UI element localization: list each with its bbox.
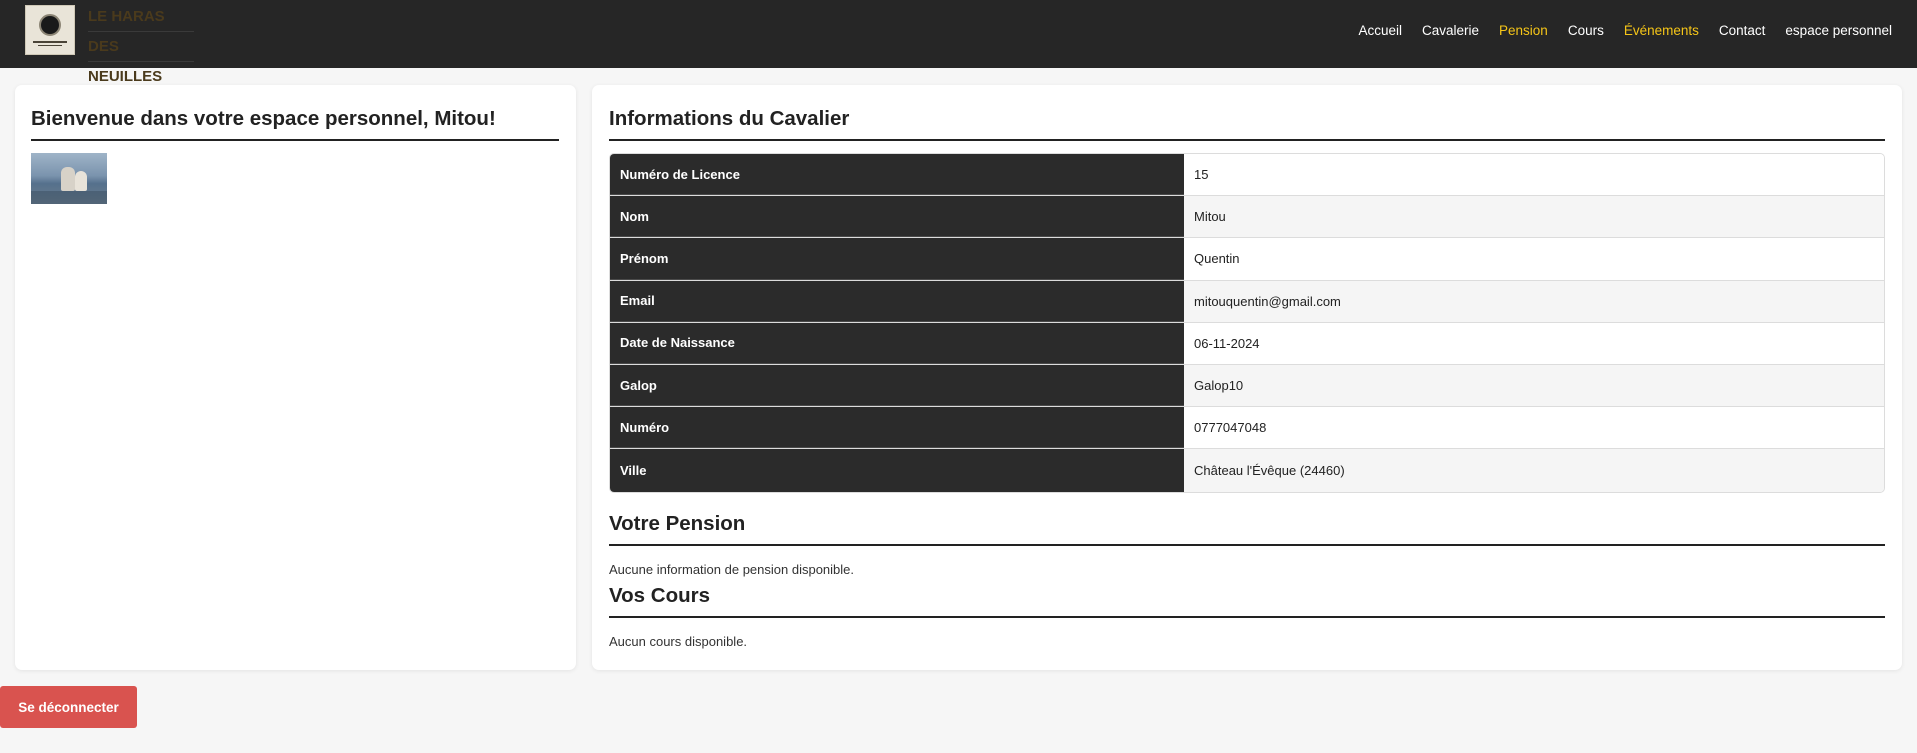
row-label-galop: Galop xyxy=(610,364,1184,407)
pension-title: Votre Pension xyxy=(609,512,1885,546)
nav-link-pension[interactable]: Pension xyxy=(1499,23,1548,38)
nav-link-espace-personnel[interactable]: espace personnel xyxy=(1785,23,1892,38)
row-label-nom: Nom xyxy=(610,196,1184,238)
table-row: Nom Mitou xyxy=(610,196,1884,239)
nav-link-cours[interactable]: Cours xyxy=(1568,23,1604,38)
logo-underline-icon xyxy=(38,45,62,46)
table-row: Numéro de Licence 15 xyxy=(610,154,1884,197)
brand-line-1: LE HARAS xyxy=(88,2,194,32)
table-row: Ville Château l'Évêque (24460) xyxy=(610,449,1884,492)
main-nav: Accueil Cavalerie Pension Cours Événemen… xyxy=(1358,0,1892,60)
table-row: Date de Naissance 06-11-2024 xyxy=(610,322,1884,365)
row-value-prenom: Quentin xyxy=(1184,238,1884,280)
nav-link-cavalerie[interactable]: Cavalerie xyxy=(1422,23,1479,38)
row-label-email: Email xyxy=(610,280,1184,322)
brand-line-2: DES NEUILLES xyxy=(88,32,194,85)
row-value-numero: 0777047048 xyxy=(1184,407,1884,449)
row-value-date-naissance: 06-11-2024 xyxy=(1184,322,1884,364)
table-row: Galop Galop10 xyxy=(610,364,1884,408)
row-label-numero: Numéro xyxy=(610,407,1184,449)
logout-button[interactable]: Se déconnecter xyxy=(0,686,137,728)
welcome-card: Bienvenue dans votre espace personnel, M… xyxy=(15,85,576,670)
welcome-title: Bienvenue dans votre espace personnel, M… xyxy=(31,107,559,141)
row-value-licence: 15 xyxy=(1184,154,1884,196)
cours-message: Aucun cours disponible. xyxy=(609,634,748,649)
haras-logo[interactable] xyxy=(25,5,75,55)
horse-emblem-icon xyxy=(39,14,61,36)
table-row: Email mitouquentin@gmail.com xyxy=(610,280,1884,323)
rider-info-card: Informations du Cavalier Numéro de Licen… xyxy=(592,85,1902,670)
row-value-ville: Château l'Évêque (24460) xyxy=(1184,449,1884,492)
pension-message: Aucune information de pension disponible… xyxy=(609,562,855,577)
row-label-licence: Numéro de Licence xyxy=(610,154,1184,196)
table-row: Numéro 0777047048 xyxy=(610,407,1884,450)
profile-photo xyxy=(31,153,107,204)
row-value-email: mitouquentin@gmail.com xyxy=(1184,280,1884,322)
row-value-galop: Galop10 xyxy=(1184,364,1884,407)
row-label-date-naissance: Date de Naissance xyxy=(610,322,1184,364)
cours-title: Vos Cours xyxy=(609,584,1885,618)
nav-link-accueil[interactable]: Accueil xyxy=(1358,23,1402,38)
row-value-nom: Mitou xyxy=(1184,196,1884,238)
row-label-prenom: Prénom xyxy=(610,238,1184,280)
row-label-ville: Ville xyxy=(610,449,1184,492)
rider-info-table: Numéro de Licence 15 Nom Mitou Prénom Qu… xyxy=(609,153,1885,493)
rider-info-title: Informations du Cavalier xyxy=(609,107,1885,141)
brand-name[interactable]: LE HARAS DES NEUILLES xyxy=(88,2,194,85)
logo-wordmark-icon xyxy=(33,41,67,43)
top-navbar: LE HARAS DES NEUILLES Accueil Cavalerie … xyxy=(0,0,1917,85)
table-row: Prénom Quentin xyxy=(610,238,1884,281)
nav-link-evenements[interactable]: Événements xyxy=(1624,23,1699,38)
nav-link-contact[interactable]: Contact xyxy=(1719,23,1766,38)
